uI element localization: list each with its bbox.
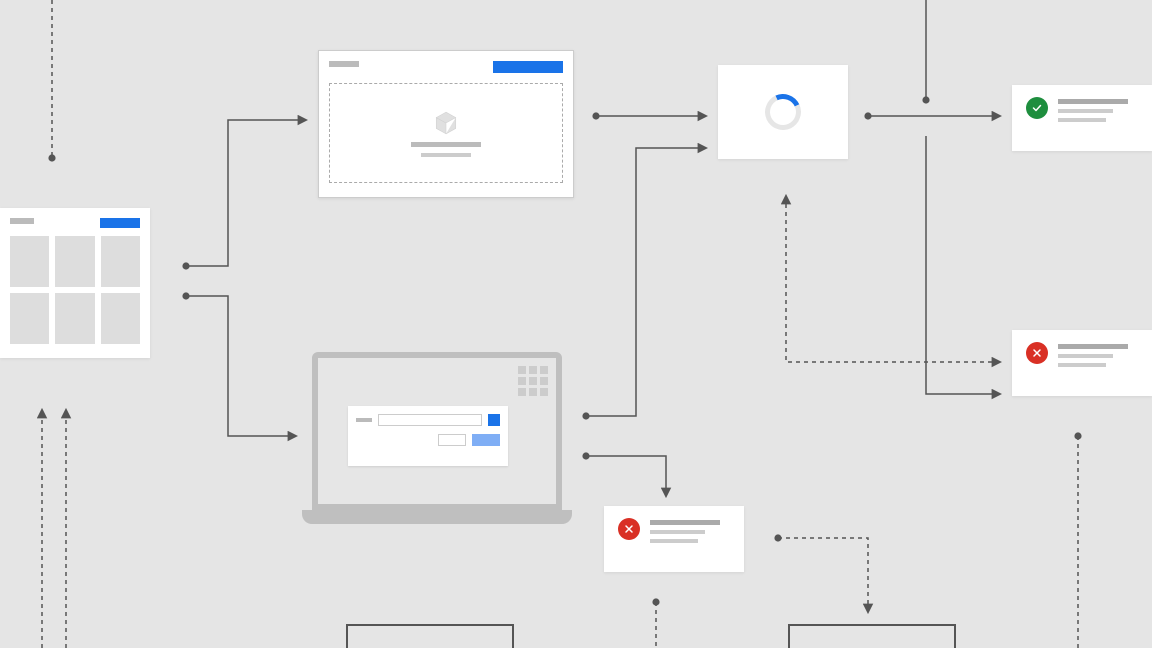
thumbnail-grid [10,236,140,344]
secondary-button-placeholder [438,434,466,446]
input-addon [488,414,500,426]
placeholder-line [329,61,359,67]
placeholder-line [10,218,34,224]
upload-dropzone-screen [318,50,574,198]
x-circle-icon [618,518,640,540]
package-icon [433,110,459,136]
check-circle-icon [1026,97,1048,119]
laptop-device [302,352,572,532]
spinner-icon [760,89,806,135]
grid-selection-screen [0,208,150,358]
error-result-card [604,506,744,572]
success-result-card [1012,85,1152,151]
placeholder-frame [346,624,514,648]
primary-action-bar [493,61,563,73]
primary-button-placeholder [472,434,500,446]
placeholder-frame [788,624,956,648]
form-dialog [348,406,508,466]
loading-screen [718,65,848,159]
dropzone [329,83,563,183]
text-input-placeholder [378,414,482,426]
laptop-screen [312,352,562,510]
x-circle-icon [1026,342,1048,364]
error-result-card [1012,330,1152,396]
primary-action-bar [100,218,140,228]
flow-connectors [0,0,1152,648]
